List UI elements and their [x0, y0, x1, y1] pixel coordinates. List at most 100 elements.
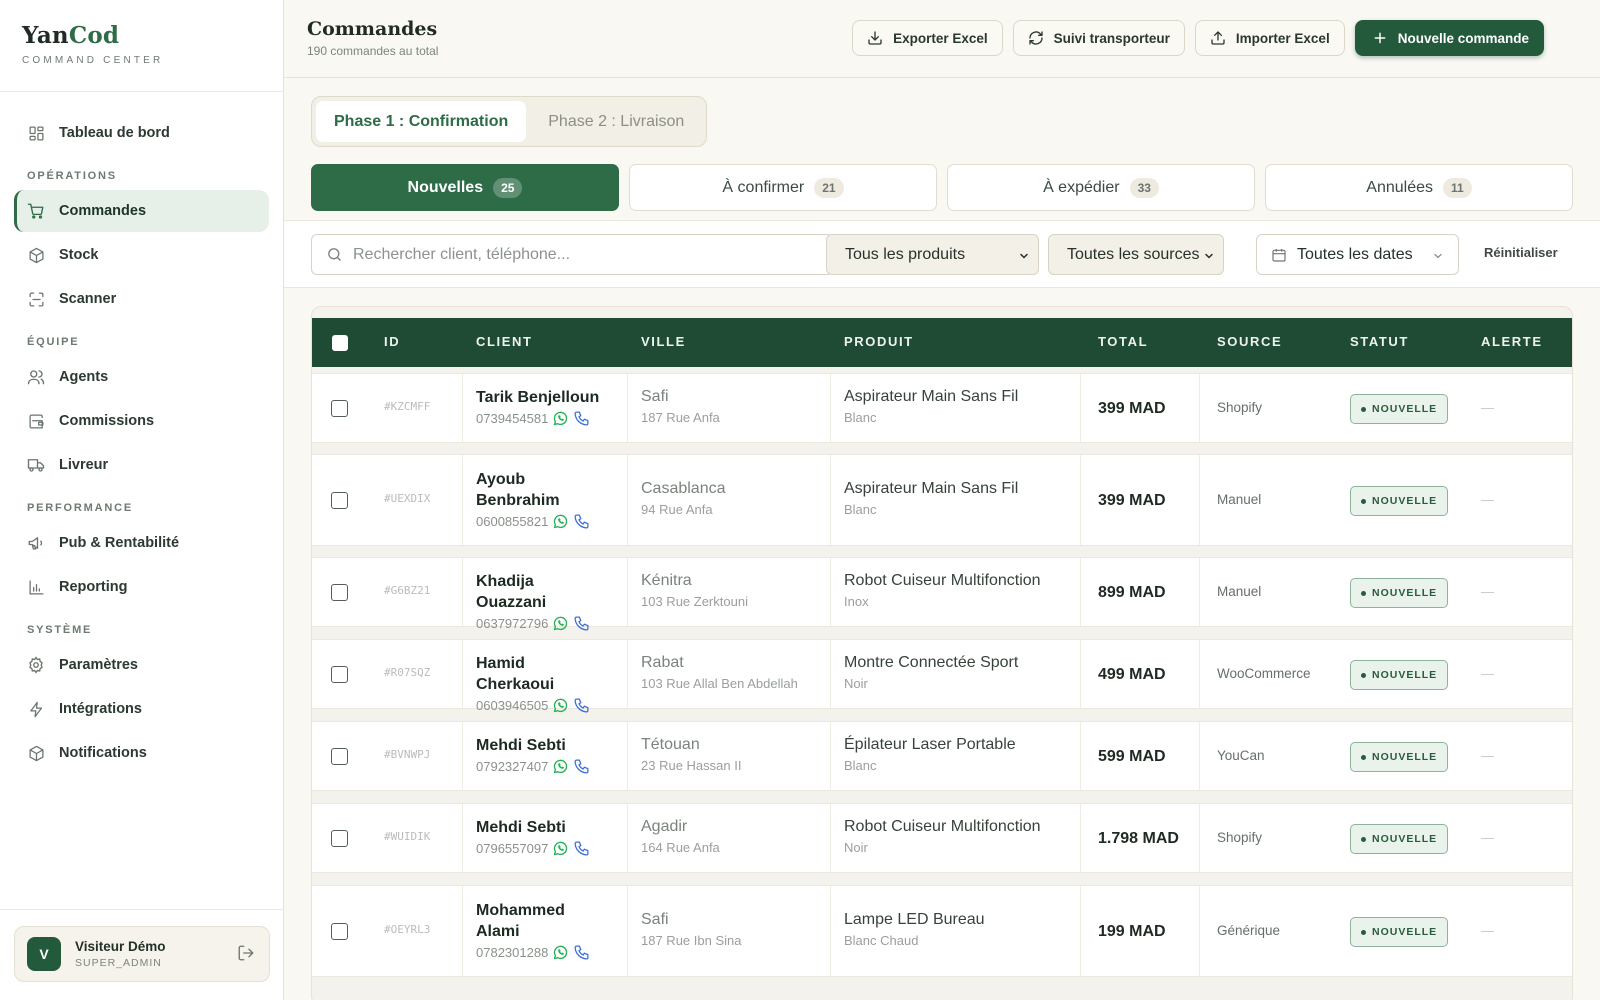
phone-call-icon[interactable] — [573, 410, 590, 427]
sidebar-item-notifications[interactable]: Notifications — [14, 732, 269, 774]
client-name[interactable]: Mehdi Sebti — [476, 735, 606, 756]
client-name[interactable]: Tarik Benjelloun — [476, 387, 606, 408]
tab-nouvelles[interactable]: Nouvelles 25 — [311, 164, 619, 211]
row-checkbox[interactable] — [331, 492, 348, 509]
import-excel-button[interactable]: Importer Excel — [1194, 20, 1345, 56]
reset-filters-button[interactable]: Réinitialiser — [1484, 245, 1558, 260]
whatsapp-icon[interactable] — [552, 410, 569, 427]
calendar-icon — [1271, 247, 1287, 263]
user-card[interactable]: V Visiteur Démo SUPER_ADMIN — [14, 926, 270, 982]
sidebar-item-stock[interactable]: Stock — [14, 234, 269, 276]
sidebar-item-commissions[interactable]: Commissions — [14, 400, 269, 442]
table-row[interactable]: #WUIDIK Mehdi Sebti 0796557097 Agadir 16… — [312, 803, 1572, 873]
product-filter-select[interactable]: Tous les produits — [826, 234, 1039, 275]
client-name[interactable]: Mehdi Sebti — [476, 817, 606, 838]
status-badge[interactable]: NOUVELLE — [1350, 917, 1449, 947]
select-all-checkbox[interactable] — [332, 334, 348, 351]
phone-call-icon[interactable] — [573, 840, 590, 857]
table-row[interactable]: #G6BZ21 Khadija Ouazzani 0637972796 Kéni… — [312, 557, 1572, 631]
client-name[interactable]: Khadija Ouazzani — [476, 571, 606, 613]
search-input[interactable] — [353, 245, 813, 264]
product-cell: Lampe LED Bureau Blanc Chaud — [844, 911, 985, 948]
row-checkbox[interactable] — [331, 584, 348, 601]
col-header-statut[interactable]: STATUT — [1350, 334, 1409, 349]
whatsapp-icon[interactable] — [552, 513, 569, 530]
sidebar-item-pub-rentabilite[interactable]: Pub & Rentabilité — [14, 522, 269, 564]
whatsapp-icon[interactable] — [552, 758, 569, 775]
col-header-produit[interactable]: PRODUIT — [844, 334, 914, 349]
sidebar-item-reporting[interactable]: Reporting — [14, 566, 269, 608]
sidebar-item-parametres[interactable]: Paramètres — [14, 644, 269, 686]
sidebar-item-commandes[interactable]: Commandes — [14, 190, 269, 232]
order-id[interactable]: #UEXDIX — [384, 492, 430, 505]
order-id[interactable]: #R07SQZ — [384, 666, 430, 679]
tab-a-confirmer[interactable]: À confirmer 21 — [629, 164, 937, 211]
sidebar-item-integrations[interactable]: Intégrations — [14, 688, 269, 730]
brand-logo[interactable]: YanCod — [22, 22, 283, 49]
export-excel-button[interactable]: Exporter Excel — [852, 20, 1003, 56]
whatsapp-icon[interactable] — [552, 615, 569, 632]
status-badge[interactable]: NOUVELLE — [1350, 824, 1449, 854]
sidebar-item-dashboard[interactable]: Tableau de bord — [14, 112, 269, 154]
column-divider — [462, 640, 463, 708]
logout-icon[interactable] — [237, 944, 257, 964]
col-header-source[interactable]: SOURCE — [1217, 334, 1282, 349]
sidebar-item-label: Scanner — [59, 291, 117, 307]
table-row[interactable]: #KZCMFF Tarik Benjelloun 0739454581 Safi… — [312, 373, 1572, 443]
row-checkbox[interactable] — [331, 400, 348, 417]
client-name[interactable]: Mohammed Alami — [476, 900, 606, 942]
client-name[interactable]: Ayoub Benbrahim — [476, 469, 606, 511]
row-checkbox[interactable] — [331, 748, 348, 765]
status-badge[interactable]: NOUVELLE — [1350, 742, 1449, 772]
col-header-client[interactable]: CLIENT — [476, 334, 533, 349]
source-filter-select[interactable]: Toutes les sources — [1048, 234, 1224, 275]
product-name: Aspirateur Main Sans Fil — [844, 388, 1019, 405]
phone-call-icon[interactable] — [573, 697, 590, 714]
date-filter[interactable]: Toutes les dates — [1256, 234, 1459, 275]
col-header-total[interactable]: TOTAL — [1098, 334, 1148, 349]
col-header-id[interactable]: ID — [384, 334, 400, 349]
status-badge[interactable]: NOUVELLE — [1350, 660, 1449, 690]
sidebar-item-agents[interactable]: Agents — [14, 356, 269, 398]
col-header-ville[interactable]: VILLE — [641, 334, 686, 349]
count-badge: 21 — [814, 177, 844, 198]
city-cell: Casablanca 94 Rue Anfa — [641, 480, 726, 517]
gear-icon — [27, 656, 45, 674]
order-id[interactable]: #OEYRL3 — [384, 923, 430, 936]
table-row[interactable]: #R07SQZ Hamid Cherkaoui 0603946505 Rabat… — [312, 639, 1572, 713]
wallet-icon — [27, 412, 45, 430]
tab-a-expedier[interactable]: À expédier 33 — [947, 164, 1255, 211]
whatsapp-icon[interactable] — [552, 944, 569, 961]
tracking-button[interactable]: Suivi transporteur — [1012, 20, 1185, 56]
row-checkbox[interactable] — [331, 666, 348, 683]
chevron-down-icon — [1432, 249, 1444, 261]
phone-call-icon[interactable] — [573, 513, 590, 530]
phone-call-icon[interactable] — [573, 944, 590, 961]
tab-phase-livraison[interactable]: Phase 2 : Livraison — [530, 101, 702, 142]
whatsapp-icon[interactable] — [552, 840, 569, 857]
phone-call-icon[interactable] — [573, 615, 590, 632]
row-checkbox[interactable] — [331, 830, 348, 847]
status-badge[interactable]: NOUVELLE — [1350, 578, 1449, 608]
status-label: NOUVELLE — [1372, 587, 1438, 599]
new-order-button[interactable]: Nouvelle commande — [1354, 20, 1544, 56]
tab-annulees[interactable]: Annulées 11 — [1265, 164, 1573, 211]
whatsapp-icon[interactable] — [552, 697, 569, 714]
order-id[interactable]: #WUIDIK — [384, 830, 430, 843]
order-id[interactable]: #BVNWPJ — [384, 748, 430, 761]
sidebar-item-livreur[interactable]: Livreur — [14, 444, 269, 486]
table-row[interactable]: #UEXDIX Ayoub Benbrahim 0600855821 Casab… — [312, 454, 1572, 546]
row-checkbox[interactable] — [331, 923, 348, 940]
status-badge[interactable]: NOUVELLE — [1350, 486, 1449, 516]
phone-call-icon[interactable] — [573, 758, 590, 775]
tab-phase-confirmation[interactable]: Phase 1 : Confirmation — [316, 101, 527, 142]
client-phone-row: 0600855821 — [476, 513, 606, 530]
order-id[interactable]: #KZCMFF — [384, 400, 430, 413]
table-row[interactable]: #OEYRL3 Mohammed Alami 0782301288 Safi 1… — [312, 885, 1572, 977]
client-name[interactable]: Hamid Cherkaoui — [476, 653, 606, 695]
col-header-alerte[interactable]: ALERTE — [1481, 334, 1543, 349]
table-row[interactable]: #BVNWPJ Mehdi Sebti 0792327407 Tétouan 2… — [312, 721, 1572, 791]
order-id[interactable]: #G6BZ21 — [384, 584, 430, 597]
sidebar-item-scanner[interactable]: Scanner — [14, 278, 269, 320]
status-badge[interactable]: NOUVELLE — [1350, 394, 1449, 424]
